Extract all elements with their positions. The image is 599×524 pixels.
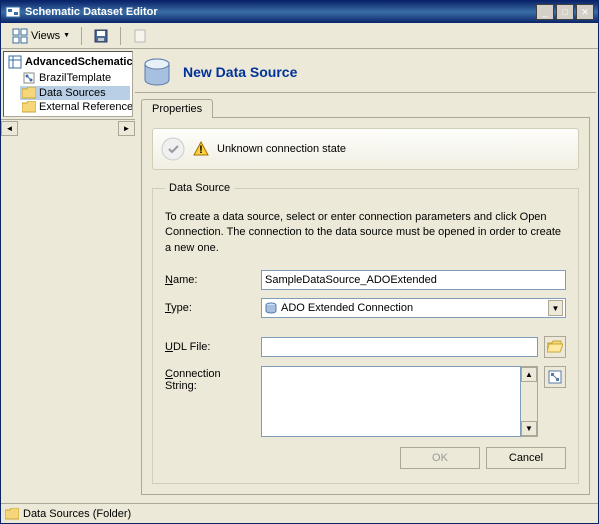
properties-panel: ! Unknown connection state Data Source T… bbox=[141, 117, 590, 495]
status-box: ! Unknown connection state bbox=[152, 128, 579, 170]
name-label: Name: bbox=[165, 274, 255, 286]
minimize-button[interactable]: _ bbox=[536, 4, 554, 20]
statusbar-text: Data Sources (Folder) bbox=[23, 508, 131, 520]
tree-item-brazil[interactable]: BrazilTemplate bbox=[20, 70, 130, 86]
ok-button[interactable]: OK bbox=[400, 447, 480, 469]
schematic-icon bbox=[22, 71, 36, 85]
scroll-right-button[interactable]: ► bbox=[118, 121, 135, 136]
views-label: Views bbox=[31, 30, 60, 42]
help-text: To create a data source, select or enter… bbox=[165, 210, 566, 256]
views-menu[interactable]: Views ▼ bbox=[5, 25, 77, 47]
svg-text:!: ! bbox=[199, 144, 203, 156]
views-icon bbox=[12, 28, 28, 44]
tree-item-label: Data Sources bbox=[39, 87, 106, 99]
window-title: Schematic Dataset Editor bbox=[25, 6, 536, 18]
dropdown-button[interactable]: ▼ bbox=[548, 300, 563, 316]
udl-input[interactable] bbox=[261, 337, 538, 357]
app-icon bbox=[5, 4, 21, 20]
fieldset-legend: Data Source bbox=[165, 182, 234, 194]
tree-hscroll[interactable]: ◄ ► bbox=[1, 119, 135, 136]
datasource-fieldset: Data Source To create a data source, sel… bbox=[152, 182, 579, 484]
tree-item-datasources[interactable]: Data Sources bbox=[20, 86, 130, 100]
tab-label: Properties bbox=[152, 103, 202, 115]
tree-root-item[interactable]: AdvancedSchematic bbox=[6, 54, 130, 70]
udl-label: UDL File: bbox=[165, 341, 255, 353]
scroll-down-button[interactable]: ▼ bbox=[521, 421, 537, 436]
connection-type-icon bbox=[264, 301, 278, 315]
tab-properties[interactable]: Properties bbox=[141, 99, 213, 118]
document-icon bbox=[132, 28, 148, 44]
dataset-icon bbox=[8, 55, 22, 69]
page-title: New Data Source bbox=[183, 64, 297, 80]
scroll-up-button[interactable]: ▲ bbox=[521, 367, 537, 382]
build-icon bbox=[547, 369, 563, 385]
conn-label: Connection String: bbox=[165, 366, 255, 437]
folder-icon bbox=[22, 101, 36, 113]
browse-udl-button[interactable] bbox=[544, 336, 566, 358]
build-connection-button[interactable] bbox=[544, 366, 566, 388]
folder-icon bbox=[5, 508, 19, 520]
statusbar: Data Sources (Folder) bbox=[1, 503, 598, 523]
tree-root-label: AdvancedSchematic bbox=[25, 56, 133, 68]
tree-view[interactable]: AdvancedSchematic BrazilTemplate Data So… bbox=[3, 51, 133, 117]
folder-icon bbox=[22, 87, 36, 99]
dropdown-arrow-icon: ▼ bbox=[63, 32, 70, 39]
titlebar: Schematic Dataset Editor _ □ ✕ bbox=[1, 1, 598, 23]
maximize-button[interactable]: □ bbox=[556, 4, 574, 20]
page-header: New Data Source bbox=[135, 51, 596, 93]
tree-item-external[interactable]: External References bbox=[20, 100, 130, 114]
tree-item-label: External References bbox=[39, 101, 133, 113]
save-button[interactable] bbox=[86, 25, 116, 47]
type-select[interactable]: ADO Extended Connection ▼ bbox=[261, 298, 566, 318]
refresh-button[interactable] bbox=[125, 25, 155, 47]
scroll-left-button[interactable]: ◄ bbox=[1, 121, 18, 136]
status-connection-icon bbox=[161, 137, 185, 161]
datasource-large-icon bbox=[141, 56, 173, 88]
warning-icon: ! bbox=[193, 141, 209, 157]
type-value: ADO Extended Connection bbox=[281, 302, 548, 314]
status-text: Unknown connection state bbox=[217, 143, 346, 155]
cancel-button[interactable]: Cancel bbox=[486, 447, 566, 469]
type-label: Type: bbox=[165, 302, 255, 314]
textarea-scrollbar[interactable]: ▲ ▼ bbox=[521, 366, 538, 437]
folder-open-icon bbox=[547, 340, 563, 354]
connection-string-input[interactable] bbox=[261, 366, 521, 437]
toolbar: Views ▼ bbox=[1, 23, 598, 49]
close-button[interactable]: ✕ bbox=[576, 4, 594, 20]
tree-item-label: BrazilTemplate bbox=[39, 72, 111, 84]
name-input[interactable] bbox=[261, 270, 566, 290]
save-icon bbox=[93, 28, 109, 44]
